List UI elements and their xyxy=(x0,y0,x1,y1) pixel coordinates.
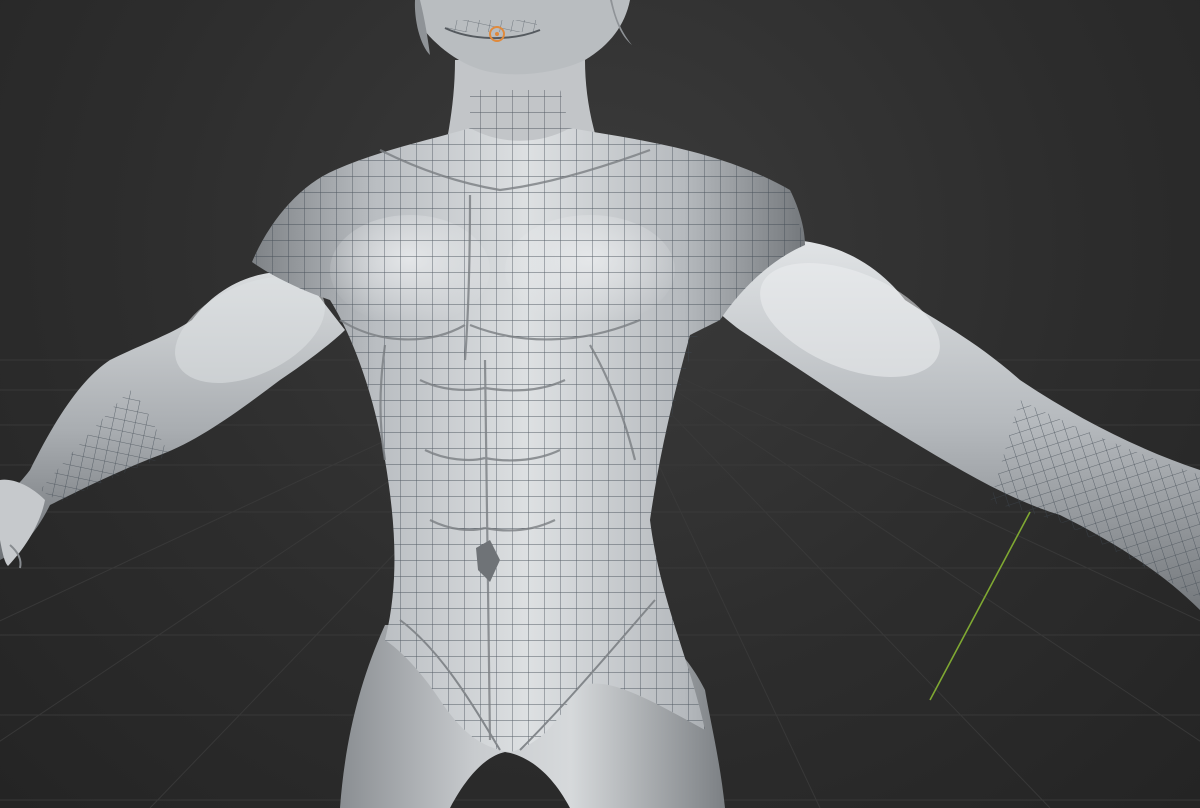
3d-viewport[interactable] xyxy=(0,0,1200,808)
left-arm-mesh[interactable] xyxy=(0,255,345,569)
torso-mesh[interactable] xyxy=(240,80,820,780)
y-axis-line xyxy=(929,511,1031,701)
viewport-canvas[interactable] xyxy=(0,0,1200,808)
